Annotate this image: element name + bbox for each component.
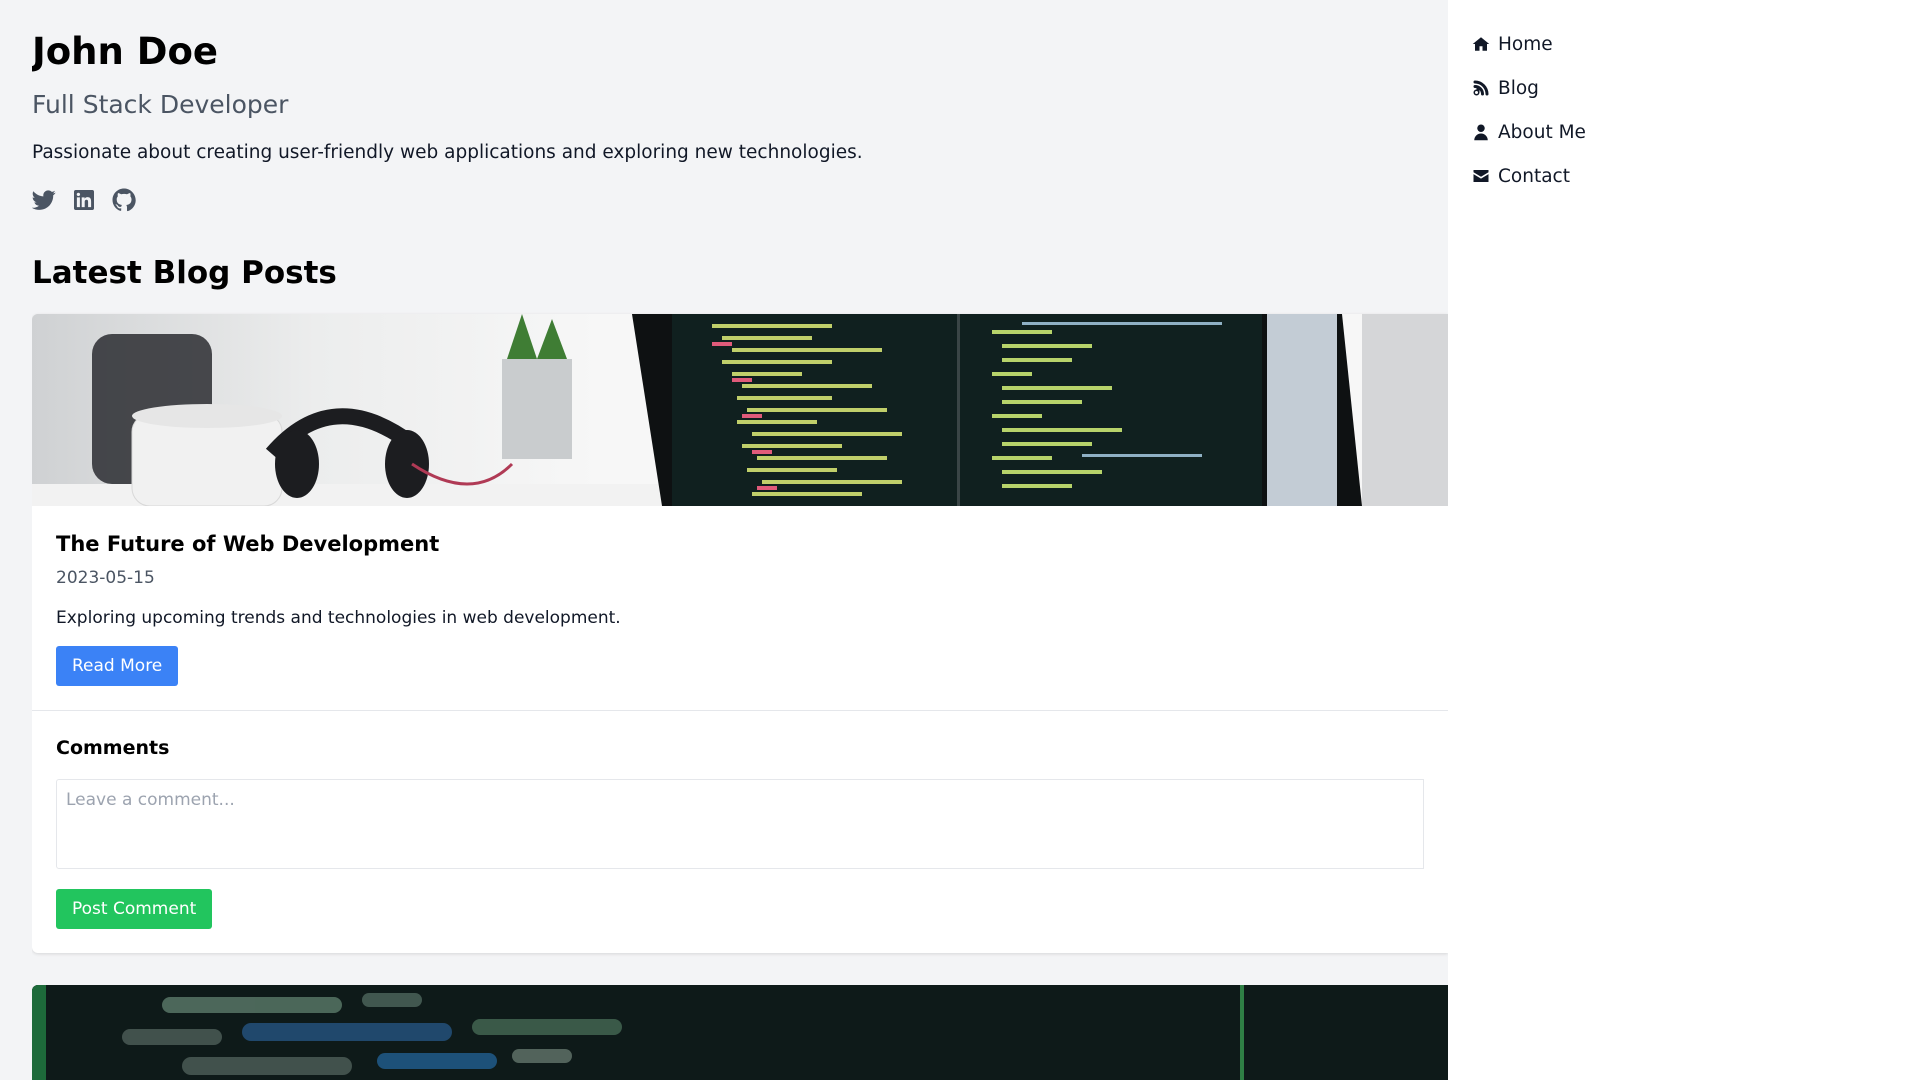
github-icon [112,188,136,212]
blog-post-image [32,314,1448,506]
nav-item-contact[interactable]: Contact [1472,154,1920,198]
blog-post-card-2 [32,985,1448,1080]
post-title: The Future of Web Development [56,532,440,556]
blog-post-body: The Future of Web Development 2023-05-15… [32,506,1448,710]
envelope-icon [1472,167,1490,185]
nav-item-blog[interactable]: Blog [1472,66,1920,110]
code-screen-illustration [32,985,1448,1080]
blog-post-card: The Future of Web Development 2023-05-15… [32,314,1448,953]
comment-input[interactable] [56,779,1424,869]
nav-item-home[interactable]: Home [1472,22,1920,66]
profile-role: Full Stack Developer [32,90,289,119]
read-more-button[interactable]: Read More [56,646,179,686]
nav-item-about[interactable]: About Me [1472,110,1920,154]
nav-item-label: About Me [1498,121,1586,143]
comments-section: Comments Post Comment [32,711,1448,953]
twitter-icon [32,190,56,210]
main-content: John Doe Full Stack Developer Passionate… [32,0,1448,1080]
post-excerpt: Exploring upcoming trends and technologi… [56,608,621,628]
linkedin-icon [74,190,94,210]
github-link[interactable] [112,188,136,212]
twitter-link[interactable] [32,188,56,212]
nav-item-label: Contact [1498,165,1570,187]
page: John Doe Full Stack Developer Passionate… [0,0,1920,1080]
post-comment-button[interactable]: Post Comment [56,889,213,929]
nav-list: Home Blog About Me Contact [1448,0,1920,198]
post-date: 2023-05-15 [56,568,155,588]
linkedin-link[interactable] [72,188,96,212]
blog-icon [1472,79,1490,97]
nav-item-label: Home [1498,33,1553,55]
home-icon [1472,35,1490,53]
comments-title: Comments [56,737,170,759]
nav-item-label: Blog [1498,77,1539,99]
user-icon [1472,123,1490,141]
profile-bio: Passionate about creating user-friendly … [32,142,863,163]
social-links [32,188,1448,212]
profile-name: John Doe [32,30,218,73]
blog-section-title: Latest Blog Posts [32,255,337,291]
laptop-code-illustration [32,314,1448,506]
sidebar-nav: Home Blog About Me Contact [1448,0,1920,1080]
